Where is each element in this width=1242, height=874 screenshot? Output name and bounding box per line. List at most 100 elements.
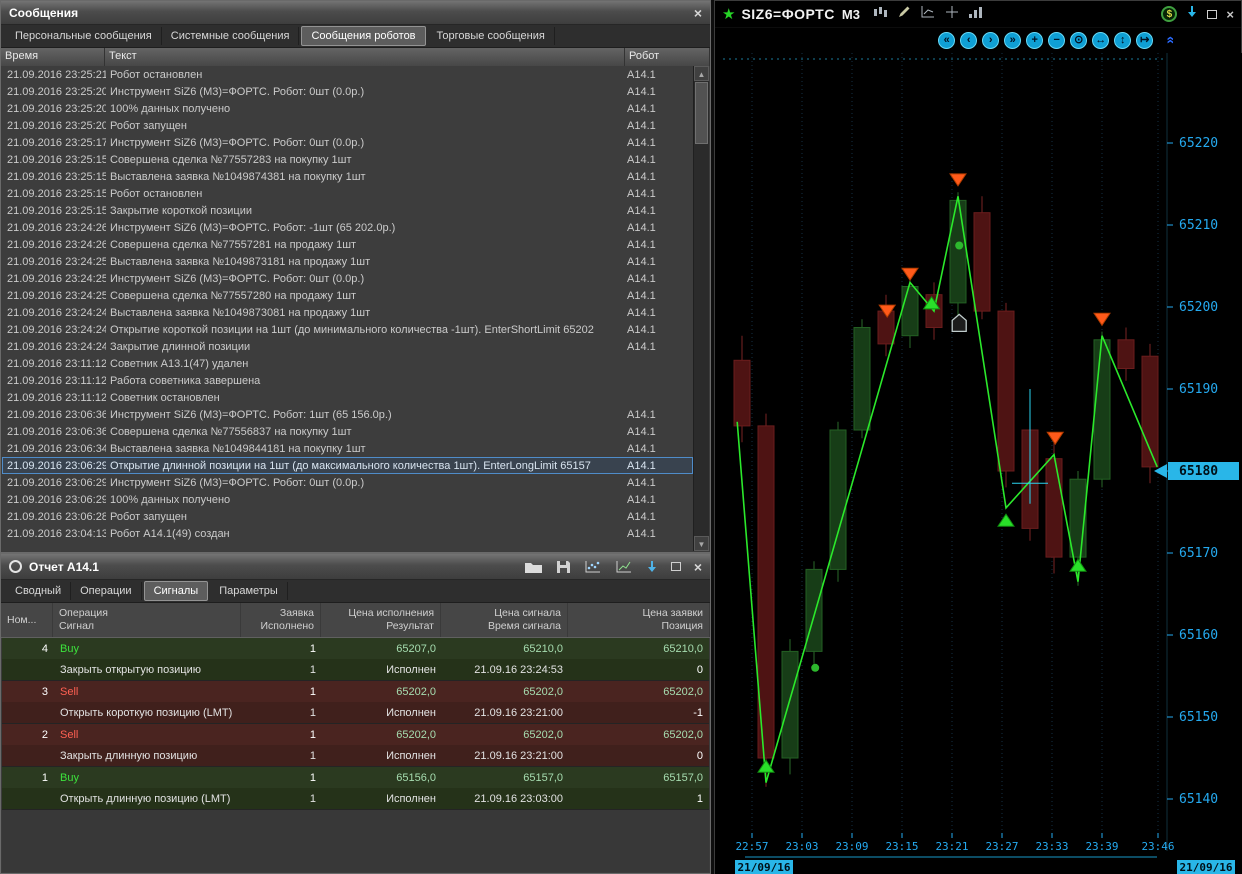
fit-horizontal-button[interactable]: ↔ <box>1092 32 1109 49</box>
signal-group: 1Buy165156,065157,065157,0Открыть длинну… <box>2 767 709 810</box>
folder-icon[interactable] <box>524 560 543 574</box>
message-row[interactable]: 21.09.2016 23:06:29100% данных полученоA… <box>2 491 693 508</box>
signal-row-main[interactable]: 1Buy165156,065157,065157,0 <box>2 767 709 788</box>
fast-backward-button[interactable]: « <box>938 32 955 49</box>
signal-row-main[interactable]: 4Buy165207,065210,065210,0 <box>2 638 709 659</box>
message-row[interactable]: 21.09.2016 23:06:34Выставлена заявка №10… <box>2 440 693 457</box>
message-row[interactable]: 21.09.2016 23:24:26Совершена сделка №775… <box>2 236 693 253</box>
signal-group: 2Sell165202,065202,065202,0Закрыть длинн… <box>2 724 709 767</box>
message-row[interactable]: 21.09.2016 23:25:15Выставлена заявка №10… <box>2 168 693 185</box>
message-text: Инструмент SiZ6 (M3)=ФОРТС. Робот: 0шт (… <box>106 86 623 98</box>
message-row[interactable]: 21.09.2016 23:06:36Инструмент SiZ6 (M3)=… <box>2 406 693 423</box>
step-forward-button[interactable]: › <box>982 32 999 49</box>
go-to-end-button[interactable]: ↦ <box>1136 32 1153 49</box>
message-row[interactable]: 21.09.2016 23:25:15Совершена сделка №775… <box>2 151 693 168</box>
message-row[interactable]: 21.09.2016 23:25:20Робот запущенA14.1 <box>2 117 693 134</box>
message-row[interactable]: 21.09.2016 23:04:13Робот A14.1(49) созда… <box>2 525 693 542</box>
line-chart-icon[interactable] <box>615 560 633 574</box>
message-row[interactable]: 21.09.2016 23:06:36Совершена сделка №775… <box>2 423 693 440</box>
message-row[interactable]: 21.09.2016 23:25:21Робот остановленA14.1 <box>2 66 693 83</box>
message-row[interactable]: 21.09.2016 23:11:12Советник остановлен <box>2 389 693 406</box>
save-icon[interactable] <box>556 560 571 574</box>
scrollbar-thumb[interactable] <box>695 82 708 144</box>
close-icon[interactable]: × <box>694 6 702 20</box>
zoom-out-button[interactable]: − <box>1048 32 1065 49</box>
messages-titlebar[interactable]: Сообщения × <box>1 1 710 25</box>
messages-tab-3[interactable]: Сообщения роботов <box>301 26 425 46</box>
column-header-exec-price[interactable]: Цена исполненияРезультат <box>321 603 441 637</box>
chart-title-icons <box>872 5 983 24</box>
equity-chart-icon[interactable] <box>584 560 602 574</box>
message-row[interactable]: 21.09.2016 23:11:12Советник A13.1(47) уд… <box>2 355 693 372</box>
scroll-up-chevron-icon[interactable]: » <box>1161 36 1177 44</box>
zoom-in-button[interactable]: + <box>1026 32 1043 49</box>
report-tab-2[interactable]: Операции <box>71 582 141 600</box>
fit-vertical-button[interactable]: ↕ <box>1114 32 1131 49</box>
report-tab-4[interactable]: Параметры <box>210 582 288 600</box>
message-row[interactable]: 21.09.2016 23:24:25Выставлена заявка №10… <box>2 253 693 270</box>
message-row[interactable]: 21.09.2016 23:11:12Работа советника заве… <box>2 372 693 389</box>
message-row[interactable]: 21.09.2016 23:25:17Инструмент SiZ6 (M3)=… <box>2 134 693 151</box>
column-header-time[interactable]: Время <box>1 48 105 66</box>
message-row[interactable]: 21.09.2016 23:25:20100% данных полученоA… <box>2 100 693 117</box>
signal-row-main[interactable]: 3Sell165202,065202,065202,0 <box>2 681 709 702</box>
message-row[interactable]: 21.09.2016 23:25:20Инструмент SiZ6 (M3)=… <box>2 83 693 100</box>
signal-row-detail[interactable]: Открыть длинную позицию (LMT)1Исполнен21… <box>2 788 709 809</box>
message-row[interactable]: 21.09.2016 23:24:24Открытие короткой поз… <box>2 321 693 338</box>
signal-row-detail[interactable]: Открыть короткую позицию (LMT)1Исполнен2… <box>2 702 709 723</box>
chart-toolbar: «‹›»+−⊙↔↕↦» <box>938 30 1173 50</box>
chart-titlebar[interactable]: ★ SIZ6=ФОРТС М3 $ × <box>715 1 1241 28</box>
message-row[interactable]: 21.09.2016 23:06:28Робот запущенA14.1 <box>2 508 693 525</box>
crosshair-icon[interactable] <box>945 5 959 24</box>
close-icon[interactable]: × <box>694 560 702 574</box>
report-tab-1[interactable]: Сводный <box>6 582 71 600</box>
column-header-order-price[interactable]: Цена заявкиПозиция <box>568 603 710 637</box>
download-icon[interactable] <box>1186 5 1198 24</box>
message-row[interactable]: 21.09.2016 23:24:25Инструмент SiZ6 (M3)=… <box>2 270 693 287</box>
chart-arrow-icon[interactable] <box>920 5 936 24</box>
candles-icon[interactable] <box>872 5 888 24</box>
message-row[interactable]: 21.09.2016 23:24:25Совершена сделка №775… <box>2 287 693 304</box>
buy-marker <box>1070 559 1086 571</box>
report-tab-3[interactable]: Сигналы <box>144 581 209 601</box>
signal-row-detail[interactable]: Закрыть длинную позицию1Исполнен21.09.16… <box>2 745 709 766</box>
messages-tab-4[interactable]: Торговые сообщения <box>428 27 555 45</box>
fast-forward-button[interactable]: » <box>1004 32 1021 49</box>
pencil-icon[interactable] <box>897 5 911 24</box>
favorite-star-icon[interactable]: ★ <box>722 7 735 22</box>
signal-number: 1 <box>2 772 54 784</box>
signal-row-detail[interactable]: Закрыть открытую позицию1Исполнен21.09.1… <box>2 659 709 680</box>
scroll-up-icon[interactable]: ▲ <box>694 66 709 81</box>
column-header-operation[interactable]: ОперацияСигнал <box>53 603 241 637</box>
report-titlebar[interactable]: Отчет A14.1 × <box>1 554 710 580</box>
message-row[interactable]: 21.09.2016 23:06:29Открытие длинной пози… <box>2 457 693 474</box>
dollar-icon[interactable]: $ <box>1161 6 1177 22</box>
scroll-down-icon[interactable]: ▼ <box>694 536 709 551</box>
message-row[interactable]: 21.09.2016 23:24:24Закрытие длинной пози… <box>2 338 693 355</box>
message-row[interactable]: 21.09.2016 23:06:29Инструмент SiZ6 (M3)=… <box>2 474 693 491</box>
maximize-icon[interactable] <box>1207 10 1217 19</box>
column-header-signal-price[interactable]: Цена сигналаВремя сигнала <box>441 603 568 637</box>
execution-price: 65202,0 <box>322 686 442 698</box>
messages-scrollbar[interactable]: ▲ ▼ <box>693 66 709 551</box>
chart-canvas[interactable]: 6522065210652006519065180651706516065150… <box>715 53 1242 874</box>
message-row[interactable]: 21.09.2016 23:25:15Закрытие короткой поз… <box>2 202 693 219</box>
message-row[interactable]: 21.09.2016 23:25:15Робот остановленA14.1 <box>2 185 693 202</box>
sell-marker <box>1047 432 1063 444</box>
column-header-text[interactable]: Текст <box>105 48 625 66</box>
message-row[interactable]: 21.09.2016 23:24:26Инструмент SiZ6 (M3)=… <box>2 219 693 236</box>
signal-row-main[interactable]: 2Sell165202,065202,065202,0 <box>2 724 709 745</box>
download-icon[interactable] <box>646 560 658 574</box>
column-header-robot[interactable]: Робот <box>625 48 710 66</box>
messages-tab-1[interactable]: Персональные сообщения <box>6 27 162 45</box>
zoom-window-button[interactable]: ⊙ <box>1070 32 1087 49</box>
maximize-icon[interactable] <box>671 562 681 571</box>
close-icon[interactable]: × <box>1226 7 1234 22</box>
messages-tab-2[interactable]: Системные сообщения <box>162 27 300 45</box>
column-header-number[interactable]: Ном... <box>1 603 53 637</box>
message-row[interactable]: 21.09.2016 23:24:24Выставлена заявка №10… <box>2 304 693 321</box>
price-label: 65220 <box>1179 136 1218 151</box>
histogram-icon[interactable] <box>968 5 983 24</box>
column-header-qty[interactable]: ЗаявкаИсполнено <box>241 603 321 637</box>
step-backward-button[interactable]: ‹ <box>960 32 977 49</box>
